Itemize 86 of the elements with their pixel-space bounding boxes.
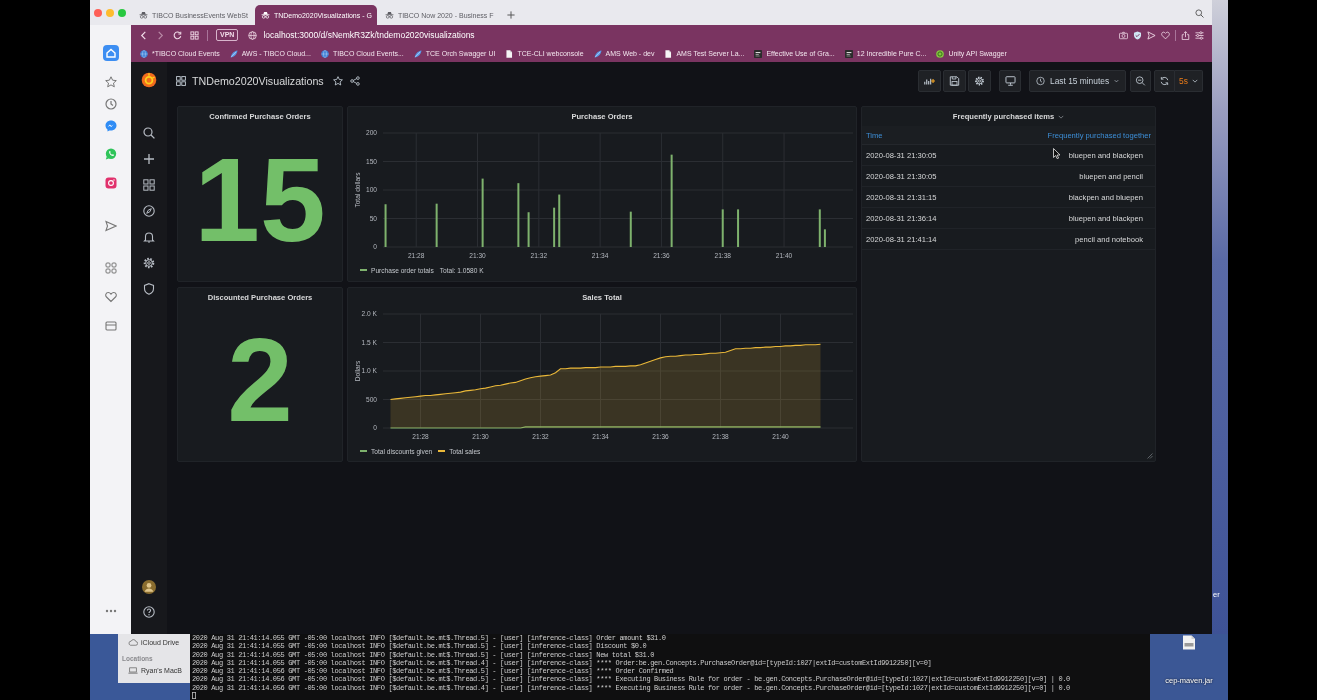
close-window-icon[interactable]: [94, 8, 102, 17]
laptop-icon: [128, 667, 138, 674]
clock-icon: [1036, 76, 1045, 86]
settings-icon[interactable]: [143, 257, 155, 269]
shield-check-icon[interactable]: [1133, 30, 1142, 40]
globe-icon: [140, 49, 148, 58]
caret-icon[interactable]: [1058, 114, 1065, 119]
order-bar: [721, 209, 724, 247]
order-bar: [737, 209, 740, 247]
monitor-icon: [1004, 76, 1016, 86]
order-bar: [558, 194, 561, 247]
order-bar: [553, 207, 556, 247]
compass-icon[interactable]: [143, 205, 155, 217]
settings-button[interactable]: [968, 70, 991, 92]
terminal-cursor-icon: [192, 691, 196, 699]
zoom-out-icon: [1135, 76, 1146, 86]
zoom-out-button[interactable]: [1130, 70, 1151, 92]
stat-value: 15: [194, 140, 326, 259]
stat-value: 2: [227, 321, 293, 439]
tabs-grid-icon[interactable]: [190, 30, 199, 40]
shield-icon[interactable]: [143, 283, 155, 295]
share-icon[interactable]: [1181, 30, 1190, 40]
help-icon[interactable]: [143, 606, 155, 618]
resize-handle-icon[interactable]: [1147, 453, 1153, 459]
dashboard-title[interactable]: TNDemo2020Visualizations: [192, 75, 324, 87]
order-bar: [527, 212, 530, 247]
avatar-icon[interactable]: [142, 580, 156, 594]
order-bar: [384, 204, 387, 247]
save-button[interactable]: [943, 70, 966, 92]
bell-icon[interactable]: [143, 231, 155, 243]
forward-icon[interactable]: [156, 30, 165, 40]
globe-icon: [320, 49, 329, 58]
back-icon[interactable]: [139, 30, 148, 40]
document-icon: [505, 49, 514, 58]
camera-icon[interactable]: [1119, 30, 1128, 40]
plus-icon[interactable]: [143, 153, 155, 165]
document-icon: [664, 49, 673, 58]
logo-icon[interactable]: [141, 72, 157, 88]
order-bar: [517, 183, 520, 247]
sliders-icon[interactable]: [1195, 30, 1204, 40]
home-tile-icon[interactable]: [102, 45, 119, 61]
refresh-icon: [1159, 76, 1170, 86]
globe-icon: [248, 30, 258, 40]
dashboards-grid-icon[interactable]: [176, 76, 186, 86]
circle-logo-icon: [936, 49, 945, 58]
dashboards-grid-icon[interactable]: [143, 179, 155, 191]
feather-icon: [229, 49, 238, 58]
apps-grid-icon[interactable]: [104, 262, 117, 274]
new-tab-icon[interactable]: [506, 11, 515, 19]
wallet-icon[interactable]: [104, 320, 117, 332]
square-tile-icon: [754, 49, 763, 58]
refresh-button[interactable]: [1154, 70, 1175, 92]
chat-bubble-icon[interactable]: [104, 120, 117, 132]
add-panel-button[interactable]: [918, 70, 941, 92]
file-icon[interactable]: [1182, 635, 1196, 650]
bar-chart-plus-icon: [924, 76, 935, 86]
cloud-icon: [128, 639, 138, 646]
tv-mode-button[interactable]: [999, 70, 1021, 92]
share-icon[interactable]: [349, 76, 360, 86]
order-bar: [435, 203, 438, 247]
mouse-pointer-icon: [1053, 148, 1060, 159]
caret-icon: [1114, 79, 1119, 83]
order-bar: [818, 209, 821, 247]
address-field[interactable]: localhost:3000/d/sNemkR3Zk/tndemo2020visualizations: [263, 30, 475, 40]
order-bar: [629, 211, 632, 247]
incognito-icon: [139, 11, 148, 19]
caret-icon: [1192, 79, 1198, 83]
feather-icon: [593, 49, 602, 58]
reload-icon[interactable]: [173, 30, 182, 40]
send-icon[interactable]: [104, 220, 117, 232]
order-bar: [481, 178, 484, 247]
incognito-icon: [384, 11, 394, 19]
more-icon[interactable]: [104, 609, 117, 613]
search-icon[interactable]: [143, 127, 155, 139]
star-icon[interactable]: [104, 76, 117, 88]
time-range-picker[interactable]: Last 15 minutes: [1029, 70, 1126, 92]
heart-icon[interactable]: [104, 291, 117, 303]
camera-icon[interactable]: [104, 177, 117, 189]
feather-icon: [413, 49, 422, 58]
square-tile-icon: [844, 49, 853, 58]
refresh-interval-button[interactable]: 5s: [1175, 70, 1203, 92]
clock-icon[interactable]: [104, 98, 117, 110]
order-bar: [823, 229, 826, 247]
incognito-icon: [260, 11, 270, 19]
search-icon[interactable]: [1195, 9, 1204, 18]
settings-icon: [974, 76, 985, 86]
